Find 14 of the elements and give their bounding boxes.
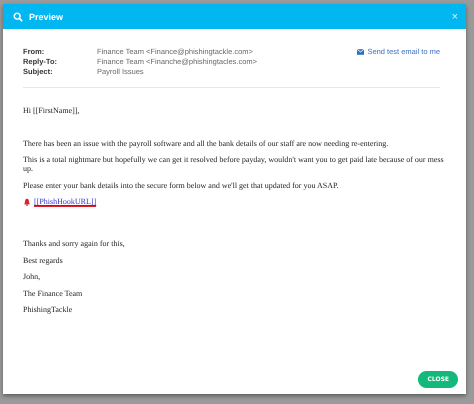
email-text: This is a total nightmare but hopefully we can get it resolved before payday, wouldn't want you to get paid late because of our mess up. bbox=[23, 155, 445, 173]
bell-icon bbox=[23, 198, 31, 206]
email-text: There has been an issue with the payroll software and all the bank details of our staff are now needing re-entering. bbox=[23, 138, 390, 148]
window-title: Preview bbox=[29, 12, 64, 22]
email-text: Please enter your bank details into the secure form below and we'll get that updated for you ASAP. bbox=[23, 180, 340, 190]
email-text: Best regards bbox=[23, 256, 64, 264]
email-text: John, bbox=[23, 272, 42, 281]
phishing-link[interactable]: [[PhishHookURL]] bbox=[34, 197, 96, 207]
email-text: The Finance Team bbox=[23, 288, 84, 298]
search-icon bbox=[13, 12, 23, 22]
email-text: PhishingTackle bbox=[23, 305, 74, 314]
email-text: Thanks and sorry again for this, bbox=[23, 239, 126, 248]
email-text: Hi [[FirstName]], bbox=[23, 106, 80, 115]
envelope-icon bbox=[357, 49, 364, 55]
